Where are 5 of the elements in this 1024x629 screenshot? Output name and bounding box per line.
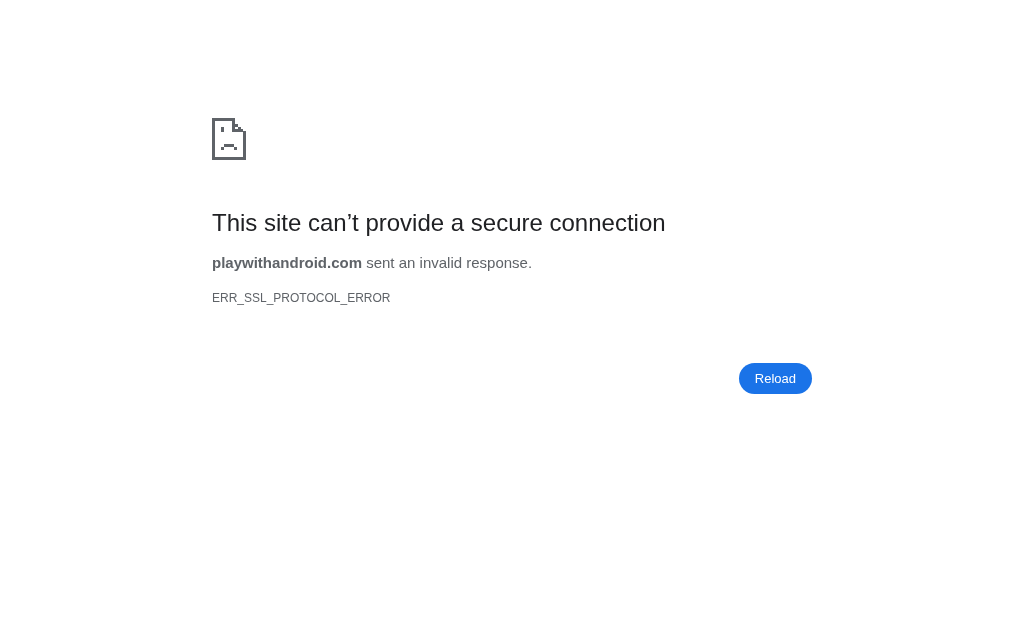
reload-button[interactable]: Reload [738,363,812,394]
error-message: playwithandroid.com sent an invalid response. [212,253,534,273]
broken-page-icon [212,118,246,160]
error-heading: This site can’t provide a secure connection [212,208,667,238]
error-code: ERR_SSL_PROTOCOL_ERROR [212,290,392,306]
